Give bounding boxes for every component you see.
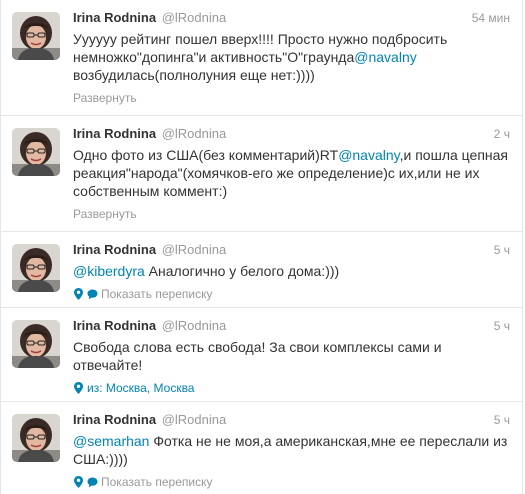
tweet[interactable]: Irina Rodnina @lRodnina 5 ч Свобода слов… [1,308,522,402]
tweet-content: Irina Rodnina @lRodnina 2 ч Одно фото из… [73,125,510,222]
user-fullname[interactable]: Irina Rodnina [73,318,156,333]
tweet-text: @semarhan Фотка не не моя,а американская… [73,432,510,468]
tweet-timestamp[interactable]: 2 ч [494,125,510,143]
tweet-content: Irina Rodnina @lRodnina 5 ч Свобода слов… [73,317,510,396]
tweet-location-link[interactable]: из: Москва, Москва [73,380,510,396]
show-conversation-link[interactable]: Показать переписку [73,474,510,490]
avatar[interactable] [12,244,60,292]
tweet-content: Irina Rodnina @lRodnina 5 ч @kiberdyra А… [73,241,510,302]
user-handle[interactable]: @lRodnina [162,242,227,257]
tweet-text: Уууууу рейтинг пошел вверх!!!! Просто ну… [73,30,510,84]
conversation-bubble-icon [87,476,98,488]
expand-label[interactable]: Развернуть [73,206,137,222]
tweet-timestamp[interactable]: 5 ч [494,317,510,335]
tweet-text-segment: возбудилась(полнолуния еще нет:)))) [73,67,315,83]
tweet-text-segment: Свобода слова есть свобода! За свои комп… [73,339,442,373]
user-handle[interactable]: @lRodnina [162,126,227,141]
mention-link[interactable]: @navalny [354,49,416,65]
tweet[interactable]: Irina Rodnina @lRodnina 5 ч @kiberdyra А… [1,232,522,308]
conversation-bubble-icon [87,288,98,300]
user-fullname[interactable]: Irina Rodnina [73,242,156,257]
avatar[interactable] [12,128,60,176]
user-handle[interactable]: @lRodnina [162,318,227,333]
tweet-header: Irina Rodnina @lRodnina 54 мин [73,9,510,27]
tweet-header: Irina Rodnina @lRodnina 5 ч [73,241,510,259]
tweet-content: Irina Rodnina @lRodnina 5 ч @semarhan Фо… [73,411,510,490]
mention-link[interactable]: @kiberdyra [73,263,145,279]
tweet-timeline: Irina Rodnina @lRodnina 54 мин Уууууу ре… [0,0,523,494]
tweet-text-segment: Аналогично у белого дома:))) [144,263,340,279]
mention-link[interactable]: @semarhan [73,433,149,449]
tweet-header: Irina Rodnina @lRodnina 5 ч [73,411,510,429]
expand-label[interactable]: Развернуть [73,90,137,106]
user-fullname[interactable]: Irina Rodnina [73,126,156,141]
tweet[interactable]: Irina Rodnina @lRodnina 54 мин Уууууу ре… [1,0,522,116]
show-conversation-label[interactable]: Показать переписку [101,474,212,490]
tweet-text-segment: Одно фото из США(без комментарий)RT [73,147,339,163]
show-conversation-label[interactable]: Показать переписку [101,286,212,302]
location-pin-icon [73,382,84,394]
tweet-header: Irina Rodnina @lRodnina 2 ч [73,125,510,143]
tweet-content: Irina Rodnina @lRodnina 54 мин Уууууу ре… [73,9,510,106]
avatar[interactable] [12,12,60,60]
tweet[interactable]: Irina Rodnina @lRodnina 2 ч Одно фото из… [1,116,522,232]
expand-tweet-link[interactable]: Развернуть [73,206,510,222]
avatar[interactable] [12,320,60,368]
tweet-header: Irina Rodnina @lRodnina 5 ч [73,317,510,335]
user-handle[interactable]: @lRodnina [162,10,227,25]
tweet[interactable]: Irina Rodnina @lRodnina 5 ч @semarhan Фо… [1,402,522,494]
mention-link[interactable]: @navalny [338,147,399,163]
location-pin-icon [73,288,84,300]
tweet-text: @kiberdyra Аналогично у белого дома:))) [73,262,510,280]
tweet-timestamp[interactable]: 5 ч [494,241,510,259]
user-fullname[interactable]: Irina Rodnina [73,412,156,427]
location-label[interactable]: из: Москва, Москва [87,380,194,396]
tweet-timestamp[interactable]: 54 мин [472,9,510,27]
expand-tweet-link[interactable]: Развернуть [73,90,510,106]
tweet-text: Одно фото из США(без комментарий)RT@nava… [73,146,510,200]
avatar[interactable] [12,414,60,462]
location-pin-icon [73,476,84,488]
tweet-text: Свобода слова есть свобода! За свои комп… [73,338,510,374]
user-fullname[interactable]: Irina Rodnina [73,10,156,25]
tweet-timestamp[interactable]: 5 ч [494,411,510,429]
user-handle[interactable]: @lRodnina [162,412,227,427]
show-conversation-link[interactable]: Показать переписку [73,286,510,302]
